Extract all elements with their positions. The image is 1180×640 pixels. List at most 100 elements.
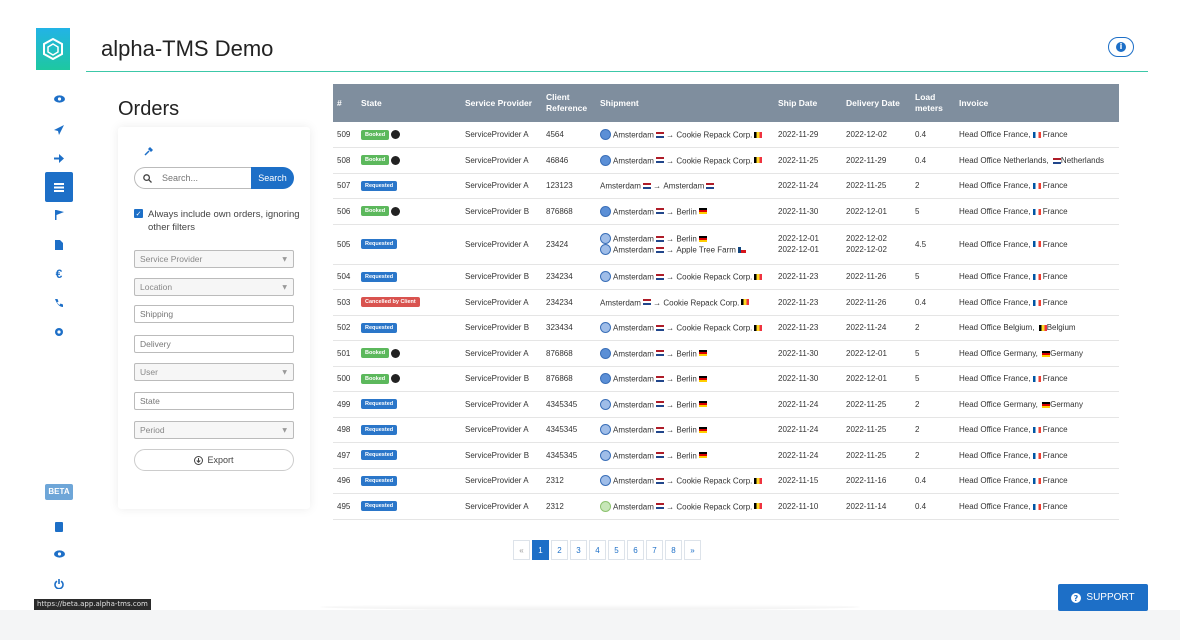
column-header-num[interactable]: # — [333, 84, 357, 122]
eye-icon[interactable] — [44, 86, 74, 112]
app-logo[interactable] — [36, 28, 70, 70]
cell-delivery-date: 2022-12-02 2022-12-02 — [842, 224, 911, 265]
cell-provider: ServiceProvider A — [461, 122, 542, 148]
table-row[interactable]: 498 Requested ServiceProvider A 4345345 Amst… — [333, 417, 1119, 443]
shipment-line: Amsterdam → Berlin — [600, 373, 770, 385]
page-3-button[interactable]: 3 — [570, 540, 587, 560]
cell-shipment: Amsterdam → Berlin Amsterdam → Apple Tree… — [596, 224, 774, 265]
cell-shipment: Amsterdam → Berlin — [596, 366, 774, 392]
support-button[interactable]: ? SUPPORT — [1058, 584, 1148, 611]
pin-icon[interactable] — [144, 143, 153, 161]
column-header-client-reference[interactable]: Client Reference — [542, 84, 596, 122]
page-1-button[interactable]: 1 — [532, 540, 549, 560]
info-button[interactable]: i — [1108, 37, 1134, 57]
euro-icon[interactable]: € — [44, 261, 74, 287]
table-row[interactable]: 508 Booked ServiceProvider A 46846 Amsterdam… — [333, 147, 1119, 174]
table-row[interactable]: 500 Booked ServiceProvider B 876868 Amsterda… — [333, 366, 1119, 392]
column-header-delivery-date[interactable]: Delivery Date — [842, 84, 911, 122]
column-header-provider[interactable]: Service Provider — [461, 84, 542, 122]
column-header-shipment[interactable]: Shipment — [596, 84, 774, 122]
cell-ship-date: 2022-11-24 — [774, 417, 842, 443]
page-2-button[interactable]: 2 — [551, 540, 568, 560]
destination-flag-icon — [698, 426, 707, 433]
page-6-button[interactable]: 6 — [627, 540, 644, 560]
table-row[interactable]: 507 Requested ServiceProvider A 123123 Amste… — [333, 173, 1119, 199]
phone-icon[interactable] — [44, 290, 74, 316]
cell-num: 496 — [333, 468, 357, 494]
user-select[interactable]: User ▼ — [134, 363, 294, 381]
arrow-right-icon: → — [663, 130, 677, 140]
always-include-checkbox-row[interactable]: ✓ Always include own orders, ignoring ot… — [134, 208, 304, 234]
search-icon — [143, 173, 152, 183]
flag-nl-icon — [655, 401, 664, 408]
cell-ship-date: 2022-11-23 — [774, 264, 842, 290]
table-row[interactable]: 504 Requested ServiceProvider B 234234 Amste… — [333, 264, 1119, 290]
table-row[interactable]: 495 Requested ServiceProvider A 2312 Amsterd… — [333, 493, 1119, 520]
book-icon[interactable] — [44, 514, 74, 540]
svg-text:?: ? — [1074, 594, 1079, 603]
cell-load-meters: 2 — [911, 315, 955, 341]
gear-icon[interactable] — [44, 319, 74, 345]
cell-invoice: Head Office Netherlands, Netherlands — [955, 147, 1119, 174]
checkbox-checked[interactable]: ✓ — [134, 209, 143, 218]
column-header-ship-date[interactable]: Ship Date — [774, 84, 842, 122]
search-button[interactable]: Search — [251, 167, 294, 189]
table-row[interactable]: 501 Booked ServiceProvider A 876868 Amsterda… — [333, 340, 1119, 367]
globe-icon — [391, 155, 401, 165]
table-row[interactable]: 509 Booked ServiceProvider A 4564 Amsterdam … — [333, 122, 1119, 148]
file-icon[interactable] — [44, 232, 74, 258]
list-icon[interactable] — [45, 172, 73, 202]
location-select[interactable]: Location ▼ — [134, 278, 294, 296]
table-header: # State Service Provider Client Reference… — [333, 84, 1119, 122]
export-button[interactable]: Export — [134, 449, 294, 471]
service-provider-select[interactable]: Service Provider ▼ — [134, 250, 294, 268]
page-8-button[interactable]: 8 — [665, 540, 682, 560]
cell-provider: ServiceProvider A — [461, 289, 542, 316]
column-header-invoice[interactable]: Invoice — [955, 84, 1119, 122]
shipping-input[interactable]: Shipping — [134, 305, 294, 323]
cell-shipment: Amsterdam → Cookie Repack Corp. — [596, 122, 774, 148]
destination-flag-icon — [741, 299, 750, 306]
eye-icon[interactable] — [44, 541, 74, 567]
table-row[interactable]: 496 Requested ServiceProvider A 2312 Amsterd… — [333, 468, 1119, 494]
info-icon: i — [1116, 42, 1126, 52]
search-input[interactable] — [162, 173, 234, 183]
delivery-input[interactable]: Delivery — [134, 335, 294, 353]
cell-load-meters: 2 — [911, 417, 955, 443]
location-arrow-icon[interactable] — [44, 117, 74, 143]
page-5-button[interactable]: 5 — [608, 540, 625, 560]
cell-delivery-date: 2022-11-26 — [842, 264, 911, 290]
cell-delivery-date: 2022-11-29 — [842, 147, 911, 174]
page-next-button[interactable]: » — [684, 540, 701, 560]
flag-icon[interactable] — [44, 202, 74, 228]
table-row[interactable]: 505 Requested ServiceProvider A 23424 Amster… — [333, 224, 1119, 265]
shipment-line: Amsterdam → Cookie Repack Corp. — [600, 500, 770, 512]
search-field[interactable] — [134, 167, 251, 189]
cell-invoice: Head Office France, France — [955, 122, 1119, 148]
table-row[interactable]: 506 Booked ServiceProvider B 876868 Amsterda… — [333, 198, 1119, 225]
column-header-state[interactable]: State — [357, 84, 461, 122]
power-icon[interactable] — [44, 571, 74, 597]
cell-provider: ServiceProvider B — [461, 264, 542, 290]
country-flag-icon — [1032, 503, 1041, 510]
table-row[interactable]: 499 Requested ServiceProvider A 4345345 Amst… — [333, 391, 1119, 418]
page-prev-button[interactable]: « — [513, 540, 530, 560]
country-flag-icon — [1038, 325, 1047, 332]
arrow-right-icon[interactable] — [44, 145, 74, 171]
cell-provider: ServiceProvider A — [461, 493, 542, 520]
cell-invoice: Head Office France, France — [955, 366, 1119, 392]
country-flag-icon — [1032, 452, 1041, 459]
table-row[interactable]: 503 Cancelled by Client ServiceProvider A2… — [333, 289, 1119, 316]
state-input[interactable]: State — [134, 392, 294, 410]
column-header-load-meters[interactable]: Load meters — [911, 84, 955, 122]
carrier-logo-icon — [600, 373, 611, 385]
cell-shipment: Amsterdam → Cookie Repack Corp. — [596, 315, 774, 341]
country-flag-icon — [1042, 401, 1051, 408]
cell-provider: ServiceProvider A — [461, 468, 542, 494]
period-select[interactable]: Period ▼ — [134, 421, 294, 439]
page-4-button[interactable]: 4 — [589, 540, 606, 560]
table-row[interactable]: 497 Requested ServiceProvider B 4345345 Amst… — [333, 442, 1119, 469]
table-row[interactable]: 502 Requested ServiceProvider B 323434 Amste… — [333, 315, 1119, 341]
cell-num: 497 — [333, 442, 357, 469]
page-7-button[interactable]: 7 — [646, 540, 663, 560]
